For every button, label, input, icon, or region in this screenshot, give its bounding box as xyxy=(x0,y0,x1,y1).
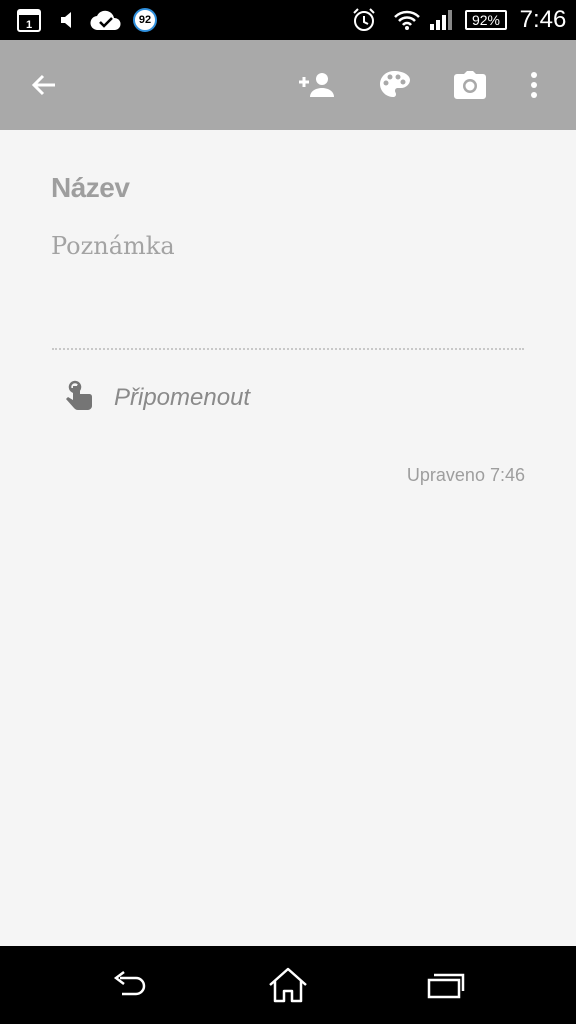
reminder-button[interactable]: Připomenout xyxy=(52,370,352,426)
reminder-label: Připomenout xyxy=(114,384,251,411)
camera-icon xyxy=(454,71,486,99)
wifi-icon xyxy=(392,0,422,40)
status-bar: 1 92 92% 7:46 xyxy=(0,0,576,40)
calendar-day: 1 xyxy=(26,19,32,31)
back-arrow-icon xyxy=(31,74,55,96)
nav-back-button[interactable] xyxy=(100,946,160,1024)
note-title-field[interactable]: Název xyxy=(51,172,130,204)
more-options-button[interactable] xyxy=(516,40,552,130)
back-button[interactable] xyxy=(18,40,70,130)
volume-icon xyxy=(56,0,80,40)
nav-back-icon xyxy=(113,971,146,996)
recent-apps-icon xyxy=(427,973,465,999)
calendar-icon: 1 xyxy=(14,0,44,40)
badge-icon: 92 xyxy=(130,0,160,40)
system-nav-bar xyxy=(0,946,576,1024)
alarm-icon xyxy=(350,0,378,40)
app-toolbar xyxy=(0,40,576,130)
add-image-button[interactable] xyxy=(444,40,496,130)
clock-time: 7:46 xyxy=(519,6,567,33)
edited-timestamp: Upraveno 7:46 xyxy=(406,465,525,485)
battery-level: 92% xyxy=(465,10,507,30)
divider xyxy=(52,348,524,350)
badge-value: 92 xyxy=(133,8,157,32)
battery-icon: 92% xyxy=(462,0,510,40)
change-color-button[interactable] xyxy=(368,40,420,130)
reminder-finger-icon xyxy=(56,376,100,420)
nav-recent-button[interactable] xyxy=(416,946,476,1024)
note-body-field[interactable]: Poznámka xyxy=(51,232,175,260)
add-collaborator-button[interactable] xyxy=(290,40,344,130)
nav-home-button[interactable] xyxy=(258,946,318,1024)
home-icon xyxy=(269,967,307,1003)
signal-icon xyxy=(428,0,454,40)
palette-icon xyxy=(380,71,410,97)
add-person-icon xyxy=(299,73,334,97)
cloud-check-icon xyxy=(88,0,124,40)
more-vertical-icon xyxy=(531,72,537,98)
